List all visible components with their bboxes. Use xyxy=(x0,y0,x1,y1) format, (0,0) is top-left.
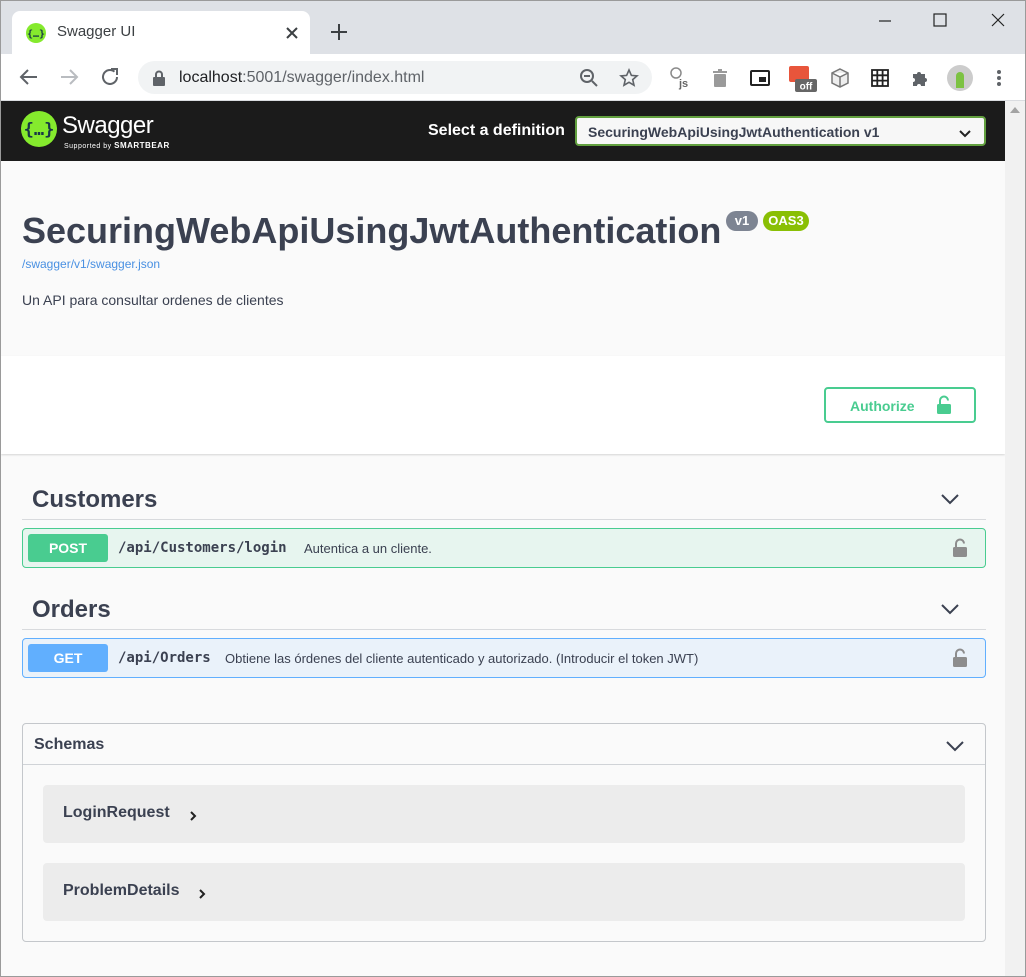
svg-text:{…}: {…} xyxy=(24,120,55,140)
puzzle-icon[interactable] xyxy=(908,66,932,90)
unlocked-icon[interactable] xyxy=(952,648,968,668)
swagger-logo-subtitle: Supported by SMARTBEAR xyxy=(64,141,170,150)
tag-customers[interactable]: Customers xyxy=(22,476,986,520)
unlocked-icon xyxy=(936,395,952,415)
forward-arrow-icon[interactable] xyxy=(57,65,81,89)
schemas-header[interactable]: Schemas xyxy=(23,724,985,765)
swagger-logo-icon[interactable]: {…} xyxy=(21,111,57,147)
tag-title: Customers xyxy=(32,486,158,513)
tag-orders[interactable]: Orders xyxy=(22,586,986,630)
chevron-down-icon[interactable] xyxy=(945,739,965,752)
js-extension-icon[interactable]: js xyxy=(668,66,692,90)
scroll-up-arrow-icon[interactable] xyxy=(1010,107,1020,113)
tab-close-icon[interactable] xyxy=(281,22,303,44)
operation-get-orders[interactable]: GET /api/Orders Obtiene las órdenes del … xyxy=(22,638,986,678)
operation-path: /api/Orders xyxy=(118,650,211,666)
url-host: localhost xyxy=(179,69,243,86)
logo-sub-prefix: Supported by xyxy=(64,143,112,150)
tab-title: Swagger UI xyxy=(57,23,136,40)
chevron-down-icon xyxy=(958,126,972,138)
chevron-down-icon[interactable] xyxy=(940,602,960,615)
swagger-topbar: {…} Swagger Supported by SMARTBEAR Selec… xyxy=(1,101,1005,161)
logo-sub-brand: SMARTBEAR xyxy=(114,141,170,150)
maximize-window-icon[interactable] xyxy=(918,7,962,35)
authorize-button[interactable]: Authorize xyxy=(824,387,976,423)
schemas-title: Schemas xyxy=(34,736,105,753)
extension-off-badge: off xyxy=(800,82,813,93)
minimize-window-icon[interactable] xyxy=(863,7,907,35)
address-bar[interactable]: localhost:5001/swagger/index.html xyxy=(138,61,652,94)
oas-badge: OAS3 xyxy=(763,211,809,231)
api-description: Un API para consultar ordenes de cliente… xyxy=(22,292,284,308)
new-tab-icon[interactable] xyxy=(328,21,350,43)
cookie-off-extension-icon[interactable]: off xyxy=(788,66,818,93)
swagger-page: {…} Swagger Supported by SMARTBEAR Selec… xyxy=(1,101,1005,976)
url-text[interactable]: localhost:5001/swagger/index.html xyxy=(179,69,424,87)
api-title: SecuringWebApiUsingJwtAuthentication xyxy=(22,210,722,251)
grid-icon[interactable] xyxy=(868,66,892,90)
authorize-label: Authorize xyxy=(850,398,915,414)
cube-icon[interactable] xyxy=(828,66,852,90)
definition-selected-value: SecuringWebApiUsingJwtAuthentication v1 xyxy=(588,124,880,140)
model-problem-details[interactable]: ProblemDetails xyxy=(43,863,965,921)
tag-title: Orders xyxy=(32,596,111,623)
operation-summary: Autentica a un cliente. xyxy=(304,541,432,556)
model-name: LoginRequest xyxy=(63,804,170,821)
definition-select[interactable]: SecuringWebApiUsingJwtAuthentication v1 xyxy=(575,116,986,146)
profile-avatar-icon[interactable] xyxy=(946,64,974,92)
svg-text:js: js xyxy=(678,78,688,90)
url-path: :5001/swagger/index.html xyxy=(242,69,425,86)
zoom-out-icon[interactable] xyxy=(579,68,599,88)
reload-icon[interactable] xyxy=(98,65,122,89)
star-icon[interactable] xyxy=(619,68,639,88)
chevron-down-icon[interactable] xyxy=(940,492,960,505)
browser-window: {…} Swagger UI localhost:5001/swagger/in… xyxy=(0,0,1026,977)
method-badge: POST xyxy=(28,534,108,562)
svg-text:{…}: {…} xyxy=(27,29,45,40)
chevron-right-icon[interactable] xyxy=(198,887,206,899)
operation-summary: Obtiene las órdenes del cliente autentic… xyxy=(225,651,699,666)
version-badge: v1 xyxy=(726,211,758,231)
back-arrow-icon[interactable] xyxy=(17,65,41,89)
schemas-section: Schemas LoginRequest ProblemDetails xyxy=(22,723,986,942)
kebab-menu-icon[interactable] xyxy=(987,66,1011,90)
model-login-request[interactable]: LoginRequest xyxy=(43,785,965,843)
spec-json-link[interactable]: /swagger/v1/swagger.json xyxy=(22,257,160,271)
api-info: SecuringWebApiUsingJwtAuthentication v1 … xyxy=(1,161,1005,356)
page-scrollbar[interactable] xyxy=(1005,101,1025,976)
model-name: ProblemDetails xyxy=(63,882,180,899)
operation-post-customers-login[interactable]: POST /api/Customers/login Autentica a un… xyxy=(22,528,986,568)
scheme-container: Authorize xyxy=(1,356,1005,454)
chevron-right-icon[interactable] xyxy=(189,809,197,821)
trash-icon[interactable] xyxy=(708,66,732,90)
swagger-favicon-icon: {…} xyxy=(26,23,46,43)
close-window-icon[interactable] xyxy=(975,7,1019,35)
operation-path: /api/Customers/login xyxy=(118,540,287,556)
swagger-logo-text[interactable]: Swagger xyxy=(62,112,154,140)
tab-strip: {…} Swagger UI xyxy=(1,1,1025,54)
lock-icon[interactable] xyxy=(152,70,166,86)
browser-tab[interactable]: {…} Swagger UI xyxy=(12,11,310,54)
method-badge: GET xyxy=(28,644,108,672)
definition-label: Select a definition xyxy=(428,122,565,139)
unlocked-icon[interactable] xyxy=(952,538,968,558)
picture-in-picture-icon[interactable] xyxy=(748,66,772,90)
